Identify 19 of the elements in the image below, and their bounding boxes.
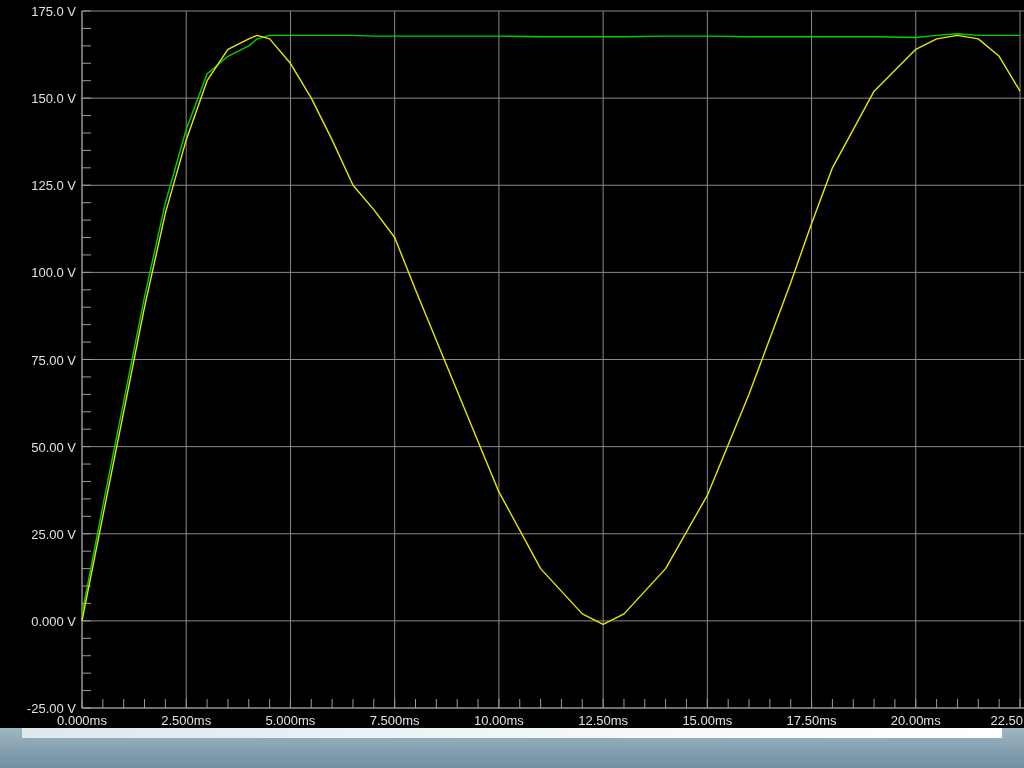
x-tick-label: 2.500ms [161, 713, 212, 728]
x-tick-label: 7.500ms [369, 713, 420, 728]
x-tick-label: 12.50ms [578, 713, 629, 728]
y-tick-label: 100.0 V [31, 265, 76, 281]
y-tick-label: 25.00 V [31, 526, 76, 542]
y-tick-label: -25.00 V [26, 701, 76, 716]
y-tick-label: 50.00 V [31, 439, 76, 455]
x-tick-label: 5.000ms [265, 713, 316, 728]
x-tick-label: 10.00ms [473, 713, 524, 728]
x-tick-label: 22.50 [990, 713, 1023, 728]
x-tick-label: 20.00ms [890, 713, 941, 728]
y-tick-label: 175.0 V [31, 4, 76, 19]
y-tick-label: 150.0 V [31, 91, 76, 107]
x-tick-label: 17.50ms [786, 713, 837, 728]
y-tick-label: 0.000 V [31, 613, 76, 629]
x-tick-label: 15.00ms [682, 713, 733, 728]
x-tick-label: 0.000ms [57, 713, 107, 728]
y-tick-label: 75.00 V [31, 352, 76, 368]
y-tick-label: 125.0 V [31, 178, 76, 194]
